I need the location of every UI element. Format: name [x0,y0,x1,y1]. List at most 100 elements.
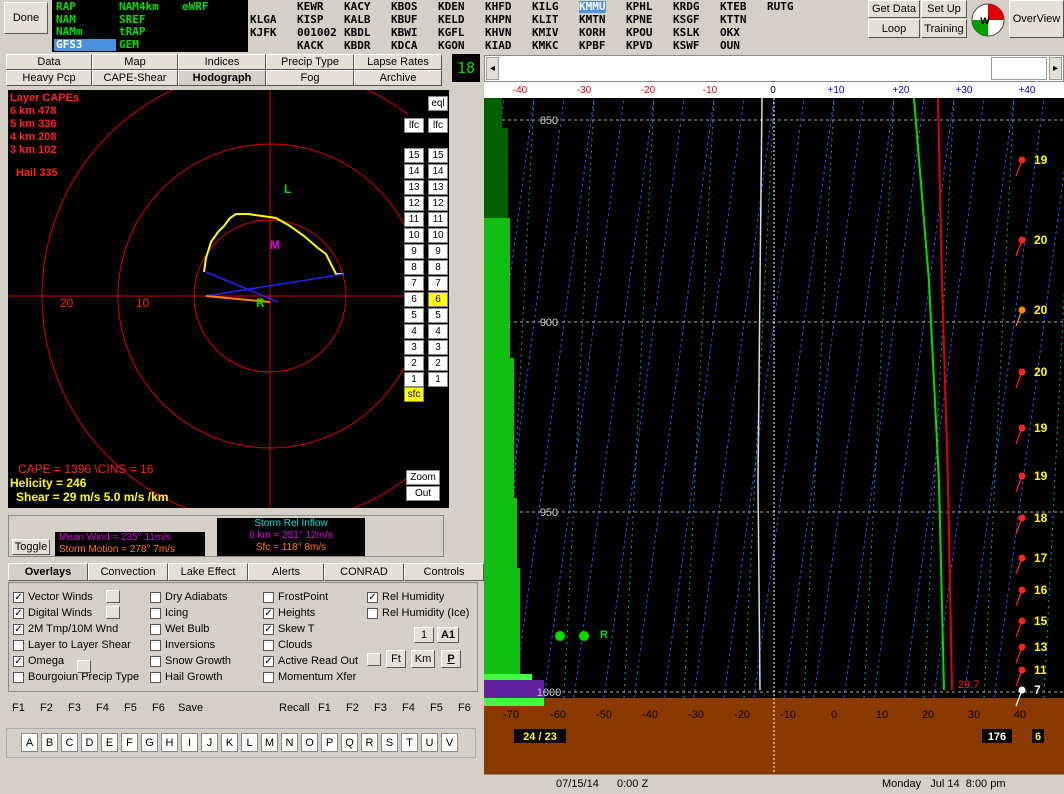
station-kphl[interactable]: KPHL [626,1,653,13]
fkey-right-f6[interactable]: F6 [458,702,471,714]
hodograph-panel[interactable]: Layer CAPEs 6 km 478 5 km 336 4 km 208 3 km… [8,90,449,508]
station-kack[interactable]: KACK [297,40,324,52]
model-gfs3[interactable]: GFS3 [54,38,116,51]
station-kbuf[interactable]: KBUF [391,14,418,26]
checkbox-box[interactable]: ✓ [13,607,24,619]
station-kmmu[interactable]: KMMU [579,1,606,13]
checkbox-box[interactable]: ✓ [13,655,24,667]
tab-archive[interactable]: Archive [354,70,442,86]
eql-button[interactable]: eql [428,96,448,111]
level-left-14[interactable]: 14 [404,164,424,179]
level-left-9[interactable]: 9 [404,244,424,259]
set-up-button[interactable]: Set Up [921,0,967,18]
checkbox-box[interactable] [263,639,274,651]
level-left-4[interactable]: 4 [404,324,424,339]
zoom-button[interactable]: Zoom [406,470,440,485]
checkbox-box[interactable]: ✓ [263,623,274,635]
overview-button[interactable]: OverView [1009,0,1064,38]
save-button[interactable]: Save [178,702,203,714]
tab-fog[interactable]: Fog [266,70,354,86]
station-khpn[interactable]: KHPN [485,14,512,26]
sounding-chart[interactable]: -40 -30 -20 -10 0 +10 +20 +30 +40 -70 -60 -50 -40 -30… [243,82,1064,774]
checkbox-frostpoint[interactable]: FrostPoint [263,591,328,603]
checkbox-box[interactable]: ✓ [367,591,378,603]
checkbox-box[interactable] [150,623,161,635]
toggle-button[interactable]: Toggle [12,539,50,555]
letter-button-h[interactable]: H [161,733,178,752]
checkbox-box[interactable] [150,639,161,651]
station-okx[interactable]: OKX [720,27,740,39]
lfc-button-left[interactable]: lfc [404,118,424,133]
checkbox-box[interactable]: ✓ [13,591,24,603]
tab-hodograph[interactable]: Hodograph [178,70,266,86]
checkbox-box[interactable] [13,639,24,651]
checkbox-box[interactable] [150,671,161,683]
station-kbwi[interactable]: KBWI [391,27,418,39]
checkbox-box[interactable]: ✓ [13,623,24,635]
letter-button-o[interactable]: O [301,733,318,752]
station-001002[interactable]: 001002 [297,27,337,39]
station-kmtn[interactable]: KMTN [579,14,606,26]
fkey-left-f1[interactable]: F1 [12,702,25,714]
station-khvn[interactable]: KHVN [485,27,512,39]
level-right-6[interactable]: 6 [428,292,448,307]
station-klit[interactable]: KLIT [532,14,559,26]
checkbox-heights[interactable]: ✓ Heights [263,607,315,619]
letter-button-n[interactable]: N [281,733,298,752]
station-kteb[interactable]: KTEB [720,1,747,13]
model-list[interactable]: RAP NAM NAMm GFS3 NAM4km SREF tRAP GEM eWRF [52,0,248,52]
checkbox-rel-humidity-ice-[interactable]: Rel Humidity (Ice) [367,607,469,619]
letter-button-k[interactable]: K [221,733,238,752]
checkbox-snow-growth[interactable]: Snow Growth [150,655,231,667]
km-button[interactable]: Km [411,650,435,668]
level-left-11[interactable]: 11 [404,212,424,227]
station-krdg[interactable]: KRDG [673,1,700,13]
station-kbos[interactable]: KBOS [391,1,418,13]
letter-button-p[interactable]: P [321,733,338,752]
model-rap[interactable]: RAP [54,1,78,13]
letter-button-j[interactable]: J [201,733,218,752]
readout-options[interactable] [367,653,381,666]
checkbox-box[interactable] [150,591,161,603]
checkbox-rel-humidity[interactable]: ✓ Rel Humidity [367,591,444,603]
level-right-7[interactable]: 7 [428,276,448,291]
checkbox-momentum-xfer[interactable]: Momentum Xfer [263,671,356,683]
station-klga[interactable]: KLGA [250,14,277,26]
station-kilg[interactable]: KILG [532,1,559,13]
fkey-right-f1[interactable]: F1 [318,702,331,714]
model-trap[interactable]: tRAP [117,26,148,38]
letter-button-f[interactable]: F [121,733,138,752]
station-kewr[interactable]: KEWR [297,1,324,13]
checkbox-icing[interactable]: Icing [150,607,188,619]
letter-button-l[interactable]: L [241,733,258,752]
fkey-left-f2[interactable]: F2 [40,702,53,714]
tab-lapse-rates[interactable]: Lapse Rates [354,54,442,70]
checkbox-hail-growth[interactable]: Hail Growth [150,671,222,683]
tab-precip-type[interactable]: Precip Type [266,54,354,70]
tab-map[interactable]: Map [92,54,178,70]
model-nam[interactable]: NAM [54,13,78,26]
station-kmkc[interactable]: KMKC [532,40,559,52]
checkbox-skew-t[interactable]: ✓ Skew T [263,623,314,635]
station-keld[interactable]: KELD [438,14,465,26]
letter-button-u[interactable]: U [421,733,438,752]
level-right-11[interactable]: 11 [428,212,448,227]
level-right-10[interactable]: 10 [428,228,448,243]
station-korh[interactable]: KORH [579,27,606,39]
fkey-left-f3[interactable]: F3 [68,702,81,714]
overlay-tab-convection[interactable]: Convection [88,563,168,581]
station-kbdl[interactable]: KBDL [344,27,371,39]
overlay-tab-overlays[interactable]: Overlays [8,563,88,581]
fkey-right-f4[interactable]: F4 [402,702,415,714]
level-left-6[interactable]: 6 [404,292,424,307]
station-kpou[interactable]: KPOU [626,27,653,39]
level-right-9[interactable]: 9 [428,244,448,259]
level-left-7[interactable]: 7 [404,276,424,291]
model-namm[interactable]: NAMm [54,26,85,38]
checkbox-box[interactable] [150,655,161,667]
station-kjfk[interactable]: KJFK [250,27,277,39]
letter-button-q[interactable]: Q [341,733,358,752]
letter-button-a[interactable]: A [21,733,38,752]
level-left-10[interactable]: 10 [404,228,424,243]
level-left-1[interactable]: 1 [404,372,424,387]
